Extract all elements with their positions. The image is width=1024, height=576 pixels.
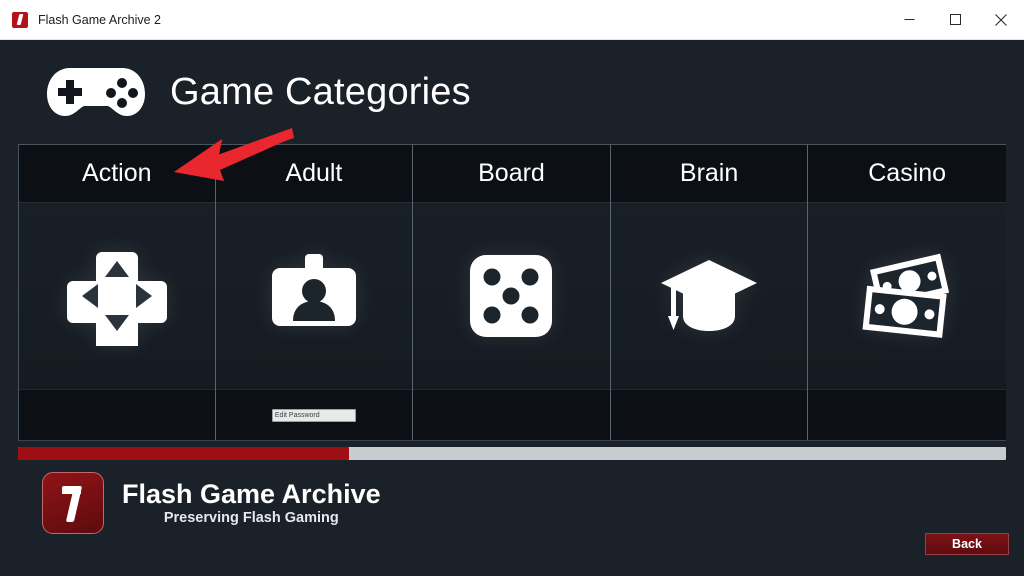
dpad-icon	[65, 244, 169, 348]
category-body-adult	[216, 203, 413, 389]
category-tile-action[interactable]: Action	[18, 145, 216, 440]
horizontal-scrollbar[interactable]	[18, 447, 1006, 460]
id-badge-icon	[262, 244, 366, 348]
back-button-label: Back	[952, 537, 982, 551]
category-body-casino	[808, 203, 1006, 389]
category-label: Casino	[868, 159, 947, 187]
title-bar: Flash Game Archive 2	[0, 0, 1024, 40]
page-title: Game Categories	[170, 71, 471, 113]
category-tile-casino[interactable]: Casino	[808, 145, 1006, 440]
banknotes-icon	[855, 244, 959, 348]
category-label: Board	[478, 159, 545, 187]
category-header-casino: Casino	[808, 145, 1006, 203]
password-field[interactable]: Edit Password	[271, 408, 356, 422]
dice-five-icon	[459, 244, 563, 348]
category-label: Action	[82, 159, 152, 187]
category-label: Adult	[285, 159, 343, 187]
brand-tagline: Preserving Flash Gaming	[163, 509, 339, 526]
category-tile-board[interactable]: Board	[413, 145, 611, 440]
application-window: Flash Game Archive 2 Game Categories Act…	[0, 0, 1024, 576]
category-body-brain	[611, 203, 808, 389]
brand-text: Flash Game Archive Preserving Flash Gami…	[122, 479, 381, 528]
category-tile-adult[interactable]: Adult Edit Password	[215, 145, 414, 440]
brand-name: Flash Game Archive	[122, 478, 381, 509]
page-header: Game Categories	[44, 64, 471, 120]
graduation-cap-icon	[657, 244, 761, 348]
category-footer-brain	[610, 389, 808, 440]
brand-footer: Flash Game Archive Preserving Flash Gami…	[42, 472, 381, 534]
category-label: Brain	[679, 159, 739, 187]
back-button[interactable]: Back	[925, 533, 1009, 555]
category-body-board	[413, 203, 610, 389]
maximize-icon[interactable]	[932, 0, 978, 40]
minimize-icon[interactable]	[886, 0, 932, 40]
flash-logo-icon	[12, 11, 28, 28]
category-body-action	[19, 203, 215, 389]
window-title: Flash Game Archive 2	[38, 12, 161, 27]
close-icon[interactable]	[978, 0, 1024, 40]
gamepad-icon	[44, 64, 148, 120]
category-list: Action Adult Edit Password Board Brain C…	[18, 144, 1006, 441]
category-tile-brain[interactable]: Brain	[610, 145, 809, 440]
category-header-adult: Adult	[215, 145, 413, 203]
category-footer-adult: Edit Password	[215, 389, 413, 440]
flash-logo-icon	[42, 472, 104, 534]
category-header-action: Action	[19, 145, 215, 203]
window-controls	[886, 0, 1024, 40]
category-header-brain: Brain	[610, 145, 808, 203]
scrollbar-thumb[interactable]	[18, 447, 349, 460]
category-footer-action	[19, 389, 215, 440]
category-footer-casino	[808, 389, 1006, 440]
category-footer-board	[413, 389, 610, 440]
category-header-board: Board	[413, 145, 610, 203]
